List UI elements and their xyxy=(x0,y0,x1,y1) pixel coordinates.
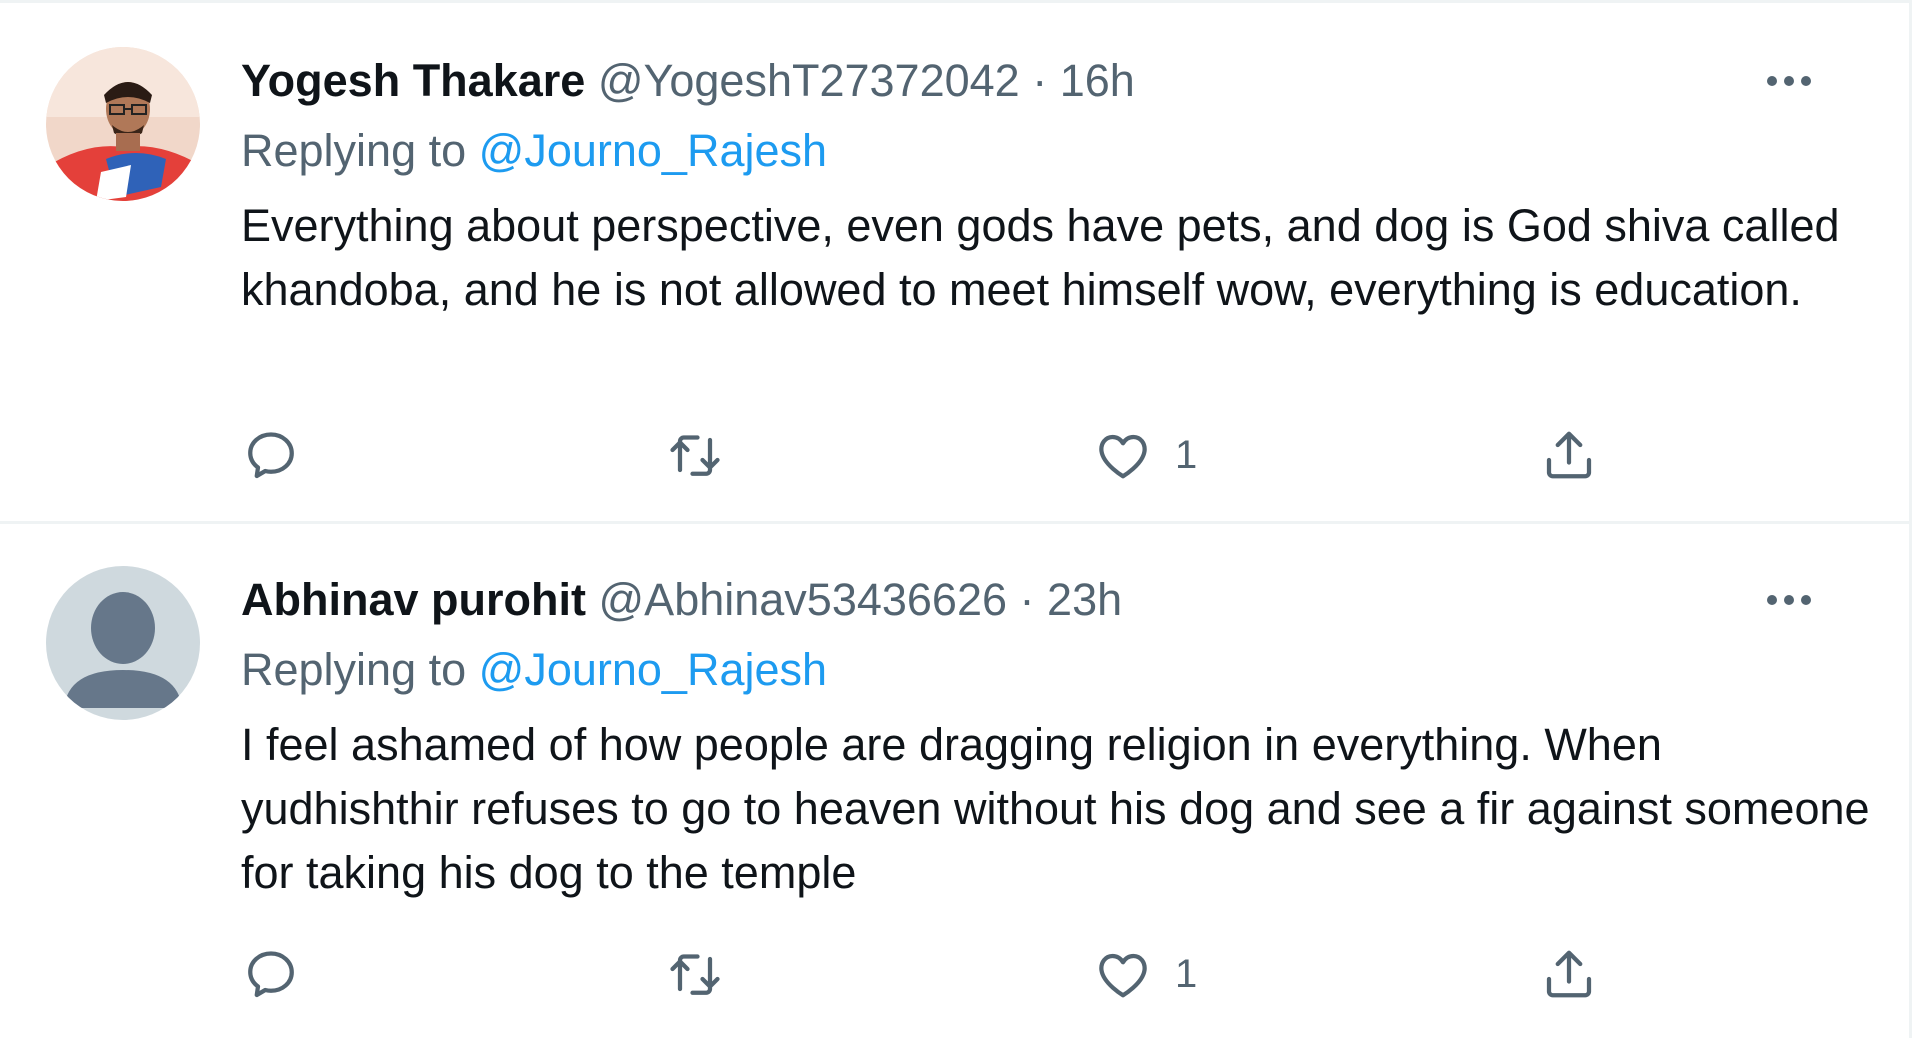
display-name[interactable]: Yogesh Thakare xyxy=(241,55,585,106)
tweet-actions: 1 xyxy=(241,939,1641,1009)
share-button[interactable] xyxy=(1539,939,1599,1009)
replying-to-link[interactable]: @Journo_Rajesh xyxy=(479,125,827,176)
separator-dot: · xyxy=(1032,55,1048,106)
display-name[interactable]: Abhinav purohit xyxy=(241,574,586,625)
share-icon xyxy=(1546,431,1592,479)
user-handle[interactable]: @Abhinav53436626 xyxy=(599,574,1008,625)
tweet-yogesh-thakare[interactable]: Yogesh Thakare @YogeshT27372042 · 16h Re… xyxy=(0,6,1909,524)
reply-button[interactable] xyxy=(241,939,301,1009)
replying-to-label: Replying to xyxy=(241,125,467,176)
retweet-button[interactable] xyxy=(665,420,725,490)
tweet-header: Yogesh Thakare @YogeshT27372042 · 16h xyxy=(241,50,1135,112)
like-count: 1 xyxy=(1175,951,1198,996)
like-count: 1 xyxy=(1175,432,1198,477)
photo-avatar-icon xyxy=(46,47,200,201)
replying-to: Replying to @Journo_Rajesh xyxy=(241,639,827,701)
reply-button[interactable] xyxy=(241,420,301,490)
more-horizontal-icon xyxy=(1767,76,1811,86)
like-button[interactable]: 1 xyxy=(1093,939,1197,1009)
reply-icon xyxy=(248,951,294,998)
tweet-header: Abhinav purohit @Abhinav53436626 · 23h xyxy=(241,569,1122,631)
more-horizontal-icon xyxy=(1767,595,1811,605)
reply-icon xyxy=(248,432,294,479)
replying-to-link[interactable]: @Journo_Rajesh xyxy=(479,644,827,695)
user-handle[interactable]: @YogeshT27372042 xyxy=(598,55,1020,106)
timeline: Yogesh Thakare @YogeshT27372042 · 16h Re… xyxy=(0,0,1912,1038)
avatar[interactable] xyxy=(46,566,200,720)
share-icon xyxy=(1546,950,1592,998)
tweet-text: I feel ashamed of how people are draggin… xyxy=(241,719,1870,898)
replying-to-label: Replying to xyxy=(241,644,467,695)
more-options-button[interactable] xyxy=(1764,66,1814,96)
like-button[interactable]: 1 xyxy=(1093,420,1197,490)
share-button[interactable] xyxy=(1539,420,1599,490)
retweet-icon xyxy=(670,954,720,995)
replying-to: Replying to @Journo_Rajesh xyxy=(241,120,827,182)
tweet-time[interactable]: 16h xyxy=(1060,55,1135,106)
tweet-abhinav-purohit[interactable]: Abhinav purohit @Abhinav53436626 · 23h R… xyxy=(0,525,1909,1041)
more-options-button[interactable] xyxy=(1764,585,1814,615)
avatar[interactable] xyxy=(46,47,200,201)
default-avatar-icon xyxy=(46,566,200,720)
separator-dot: · xyxy=(1019,574,1035,625)
heart-icon xyxy=(1099,953,1147,998)
tweet-actions: 1 xyxy=(241,420,1641,490)
tweet-time[interactable]: 23h xyxy=(1047,574,1122,625)
tweet-text: Everything about perspective, even gods … xyxy=(241,200,1840,315)
retweet-button[interactable] xyxy=(665,939,725,1009)
retweet-icon xyxy=(670,435,720,476)
heart-icon xyxy=(1099,434,1147,479)
